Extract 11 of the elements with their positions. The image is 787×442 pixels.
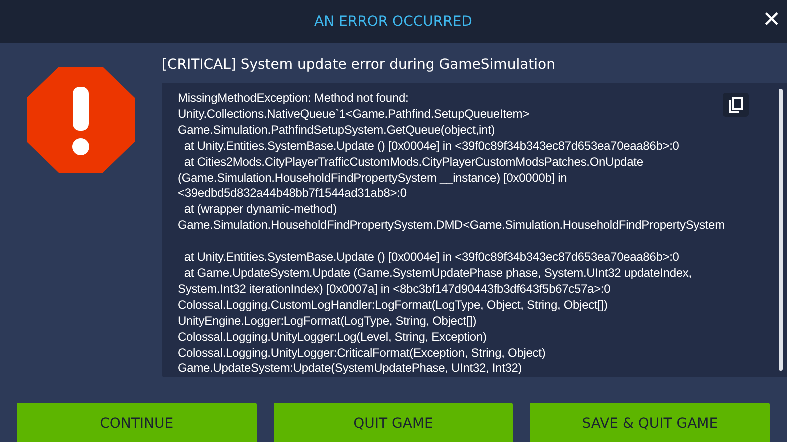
scrollbar[interactable] — [779, 89, 783, 371]
error-icon — [27, 67, 135, 173]
error-heading: [CRITICAL] System update error during GameSimulation — [162, 57, 556, 73]
copy-icon — [729, 97, 743, 113]
dialog-button[interactable]: QUIT GAME — [274, 403, 514, 442]
dialog-button[interactable]: SAVE & QUIT GAME — [530, 403, 770, 442]
stack-trace-text: MissingMethodException: Method not found: Unity.Collections.NativeQueue`1<Game.Pathfind.SetupQueueItem> Game.Simulation.PathfindSetupSystem.GetQueue(object,int) at Unity.Entities.SystemBase.Update () [0x0004e] in <39f0c89f34b343ec87d653ea70eaa86b>:0 at Cities2Mods.CityPlayerTrafficCustomMods.CityPlayerCustomModsPatches.OnUpdate (Game.Simulation.HouseholdFindPropertySystem __instance) [0x0000b] in <39edbd5d832a44b48bb7f1544ad31ab8>:0 at (wrapper dynamic-method) Game.Simulation.HouseholdFindPropertySystem.DMD<Game.Simulation.HouseholdFindPropertySystem at Unity.Entities.SystemBase.Update () [0x0004e] in <39f0c89f34b343ec87d653ea70eaa86b>:0 at Game.UpdateSystem.Update (Game.SystemUpdatePhase phase, System.UInt32 updateIndex, System.Int32 iterationIndex) [0x0007a] in <8bc3bf147d90443fb3df643f5b67c57a>:0 Colossal.Logging.CustomLogHandler:LogFormat(LogType, Object, String, Object[]) UnityEngine.Logger:LogFormat(LogType, String, Object[]) Colossal.Logging.UnityLogger:Log(Level, String, Exception) Colossal.Logging.UnityLogger:CriticalFormat(Exception, String, Object) Game.UpdateSystem:Update(SystemUpdatePhase, UInt32, Int32) — [178, 91, 725, 377]
copy-button[interactable] — [723, 93, 749, 117]
close-button[interactable]: ✕ — [758, 8, 785, 34]
dialog-button[interactable]: CONTINUE — [17, 403, 257, 442]
window-title: AN ERROR OCCURRED — [314, 14, 472, 30]
